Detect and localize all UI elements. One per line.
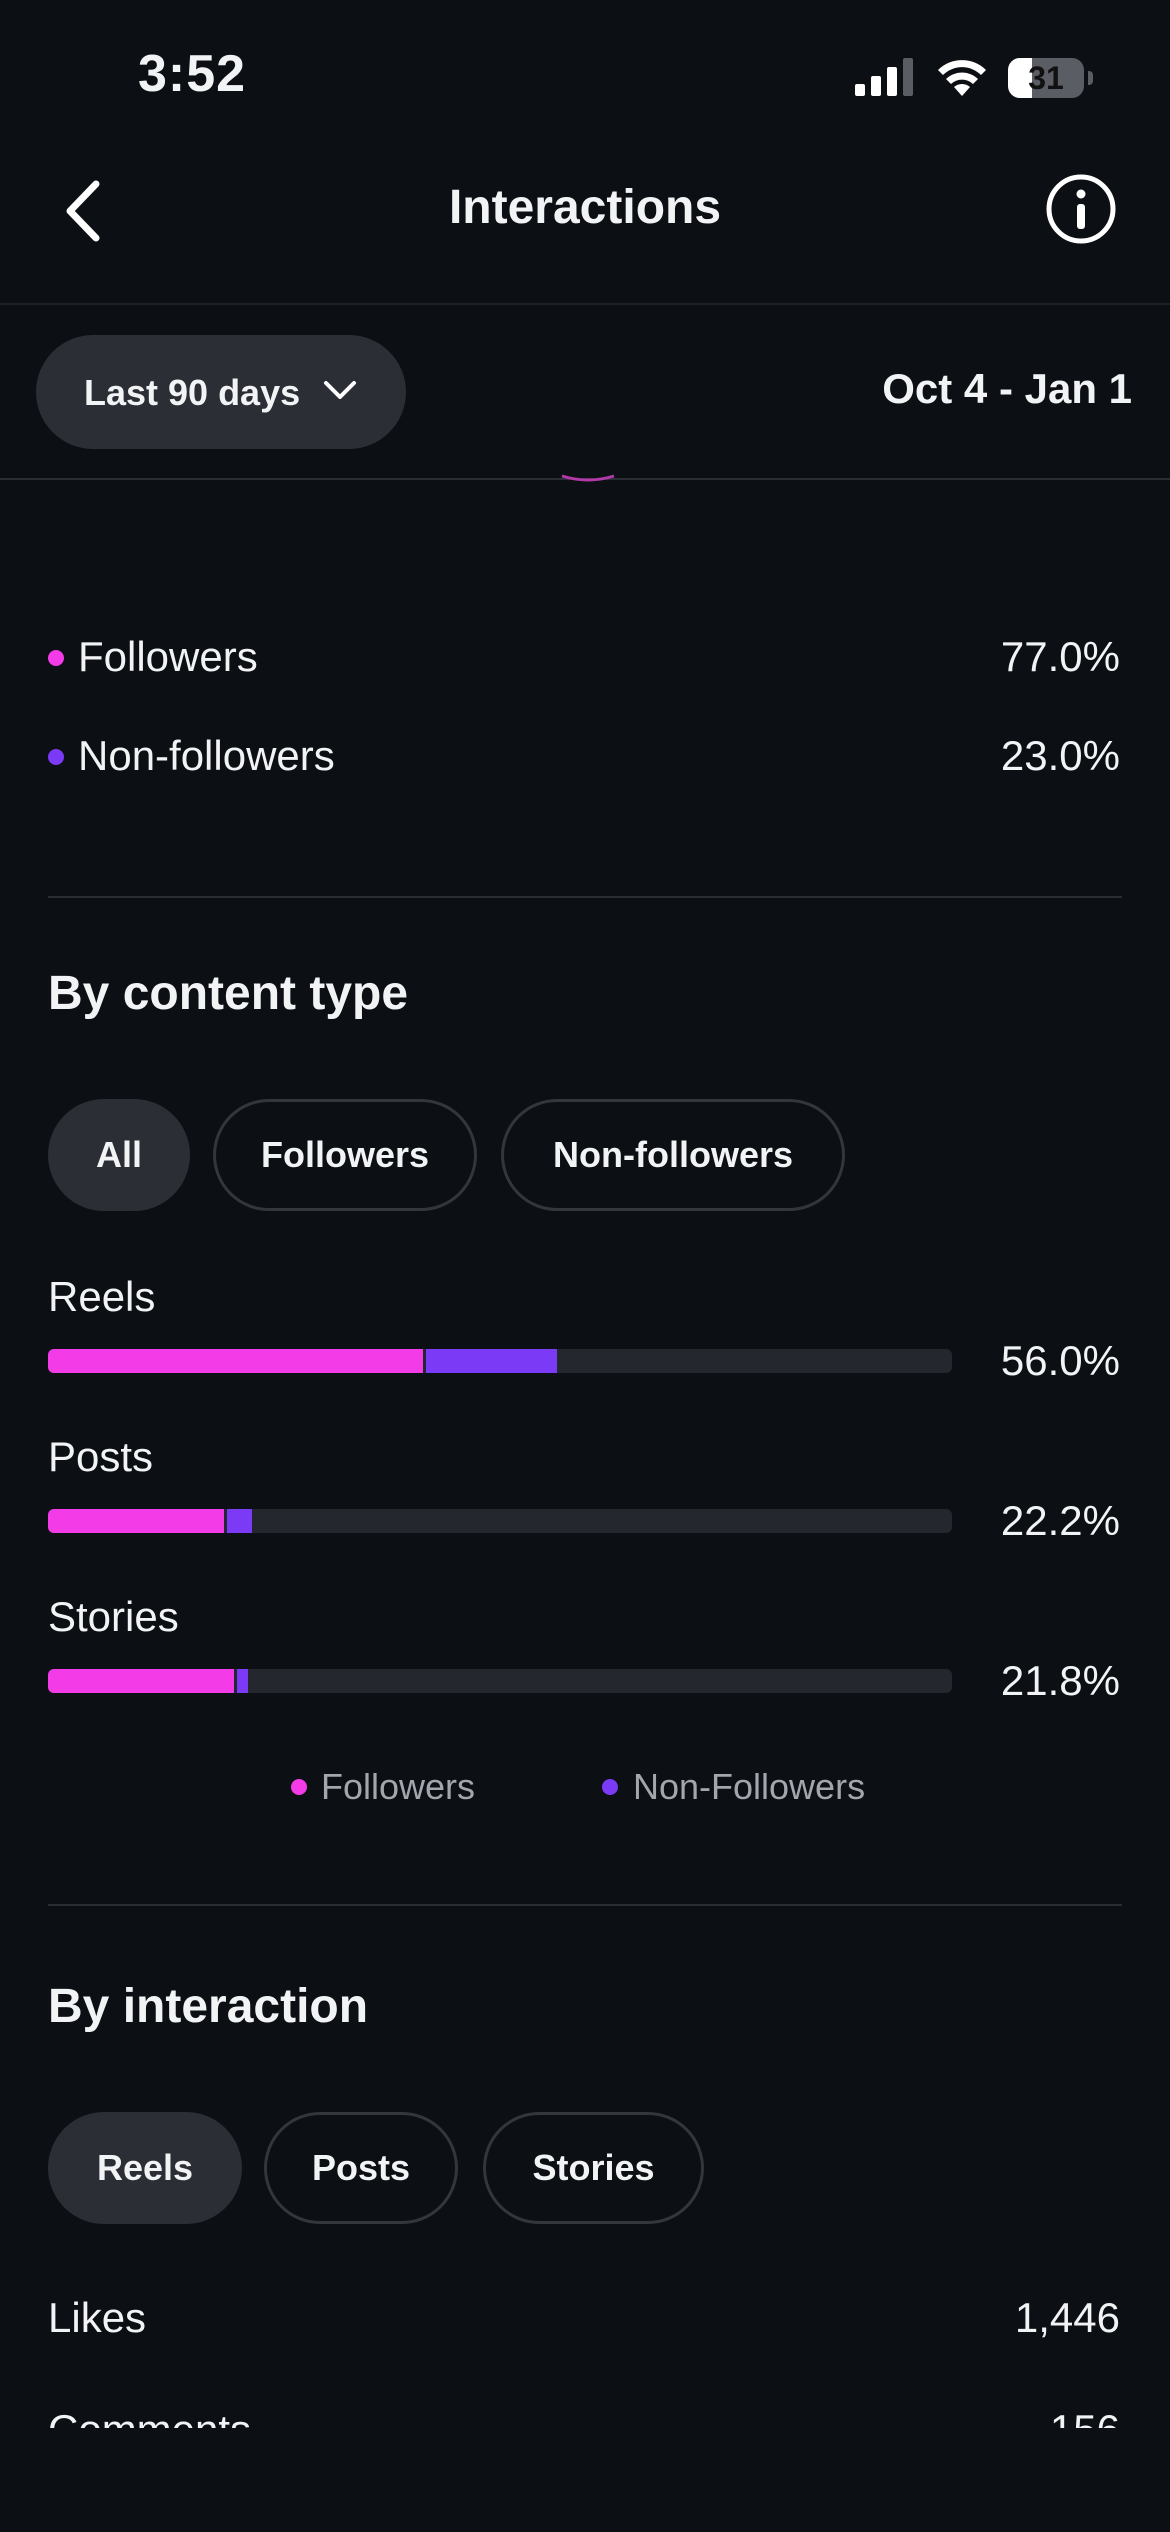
wifi-icon [938,60,986,96]
stories-non-followers-segment [237,1669,249,1693]
legend-followers-label: Followers [321,1766,476,1807]
tab-reels[interactable]: Reels [48,2112,242,2224]
followers-dot [48,650,64,666]
posts-followers-segment [48,1509,225,1533]
bar-label-stories: Stories [48,1593,179,1640]
status-time: 3:52 [138,45,247,103]
bar-label-reels: Reels [48,1273,156,1320]
audience-label-non-followers: Non-followers [78,732,335,779]
likes-value: 1,446 [1014,2294,1120,2341]
tab-non-followers[interactable]: Non-followers [501,1099,845,1211]
date-range-text: Oct 4 - Jan 1 [882,365,1132,412]
interaction-title: By interaction [48,1980,369,2033]
bar-value-stories: 21.8% [1000,1657,1120,1704]
legend-non-followers-dot [602,1779,618,1795]
stories-bar [48,1669,952,1693]
info-icon[interactable] [1044,172,1118,246]
reels-bar [48,1349,952,1373]
status-bar: 3:52 31 [0,0,1170,140]
chevron-down-icon [324,381,356,399]
bar-value-reels: 56.0% [1000,1337,1120,1384]
bar-value-posts: 22.2% [1000,1497,1120,1544]
bar-label-posts: Posts [48,1433,154,1480]
tab-followers[interactable]: Followers [213,1099,477,1211]
tab-stories[interactable]: Stories [483,2112,704,2224]
date-range-dropdown[interactable]: Last 90 days [36,335,406,449]
nav-header: Interactions [0,140,1170,305]
stories-followers-segment [48,1669,235,1693]
likes-label: Likes [48,2294,147,2341]
non-followers-dot [48,749,64,765]
tab-posts[interactable]: Posts [264,2112,458,2224]
audience-value-non-followers: 23.0% [1000,732,1120,779]
section-divider [48,896,1122,898]
audience-value-followers: 77.0% [1000,633,1120,680]
reels-non-followers-segment [426,1349,558,1373]
filter-row: Last 90 days Oct 4 - Jan 1 [0,305,1170,480]
legend-non-followers-label: Non-Followers [633,1766,866,1807]
section-divider [48,1904,1122,1906]
posts-non-followers-segment [227,1509,252,1533]
legend-followers-dot [291,1779,307,1795]
battery-icon: 31 [1008,58,1093,98]
content-type-title: By content type [48,967,409,1020]
tab-all[interactable]: All [48,1099,190,1211]
reels-followers-segment [48,1349,424,1373]
donut-chart-edge [561,474,615,482]
posts-bar [48,1509,952,1533]
date-range-dropdown-label: Last 90 days [84,372,301,413]
battery-level: 31 [1028,60,1064,96]
cellular-signal-icon [855,58,913,96]
page-title: Interactions [448,181,722,234]
bottom-mask [0,2428,1170,2532]
audience-label-followers: Followers [78,633,258,680]
